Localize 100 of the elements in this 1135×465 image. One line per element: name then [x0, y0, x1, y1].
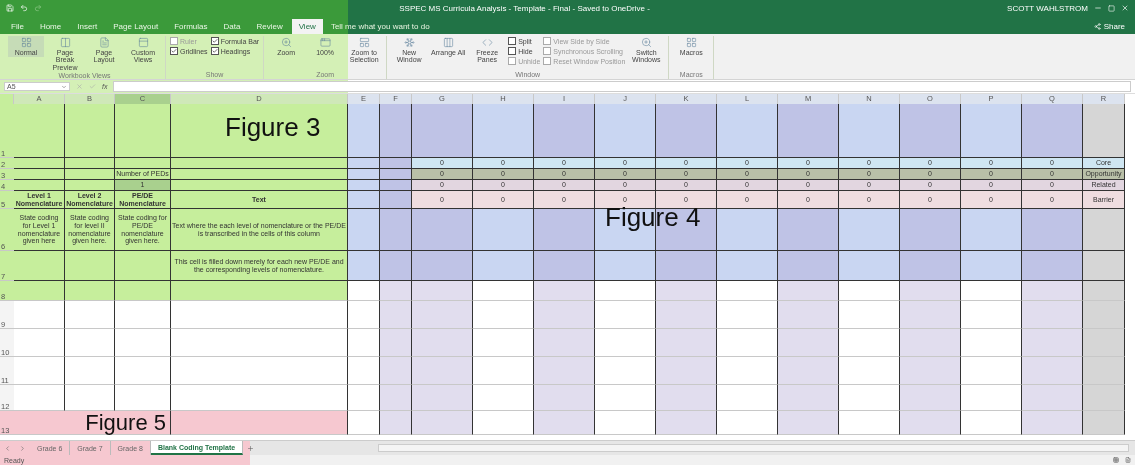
minimize-icon[interactable]: [1094, 4, 1102, 12]
table-cell: [534, 411, 595, 435]
table-cell: [1022, 281, 1083, 301]
table-cell: [473, 411, 534, 435]
table-cell: [961, 329, 1022, 357]
table-cell: [961, 301, 1022, 329]
table-cell: [348, 169, 380, 180]
table-cell: [380, 251, 412, 281]
table-cell: [900, 357, 961, 385]
table-cell: [14, 281, 65, 301]
ribbon-tab[interactable]: Review: [249, 19, 290, 34]
table-cell: [1022, 329, 1083, 357]
caret-icon[interactable]: [61, 83, 67, 90]
table-cell: [656, 329, 717, 357]
table-cell: [839, 209, 900, 251]
window-icon: [319, 37, 331, 48]
table-cell: [900, 209, 961, 251]
table-cell: [717, 104, 778, 158]
table-cell: [839, 251, 900, 281]
table-cell: [900, 251, 961, 281]
table-cell: [534, 301, 595, 329]
table-cell: [717, 385, 778, 411]
table-cell: [65, 180, 115, 191]
table-cell: [348, 357, 380, 385]
table-cell: [65, 251, 115, 281]
save-icon[interactable]: [6, 4, 14, 12]
table-cell: [65, 357, 115, 385]
window-title: SSPEC MS Curricula Analysis - Template - Final - Saved to OneDrive -: [398, 3, 651, 13]
ribbon-tab[interactable]: File: [4, 19, 31, 34]
table-cell: [14, 180, 65, 191]
table-cell: [412, 411, 473, 435]
table-cell: [534, 385, 595, 411]
table-cell: [595, 301, 656, 329]
table-cell: [1022, 301, 1083, 329]
table-cell: [717, 251, 778, 281]
table-cell: [717, 329, 778, 357]
normal-view-icon[interactable]: [1113, 457, 1119, 463]
table-cell: [473, 385, 534, 411]
table-cell: [656, 104, 717, 158]
table-cell: [961, 209, 1022, 251]
table-cell: [839, 329, 900, 357]
ribbon-tab[interactable]: Formulas: [167, 19, 215, 34]
redo-icon[interactable]: [34, 4, 42, 12]
enter-icon[interactable]: [89, 83, 96, 90]
undo-icon[interactable]: [20, 4, 28, 12]
zoom-icon: [280, 37, 292, 48]
table-cell: [656, 301, 717, 329]
share-button[interactable]: Share: [1087, 19, 1131, 34]
table-cell: [65, 169, 115, 180]
table-cell: [412, 251, 473, 281]
horizontal-scrollbar[interactable]: [378, 444, 1129, 452]
ribbon-tab[interactable]: Home: [32, 19, 69, 34]
ribbon-tab[interactable]: Insert: [70, 19, 105, 34]
table-cell: [412, 209, 473, 251]
table-cell: [115, 251, 171, 281]
table-cell: [14, 251, 65, 281]
close-icon[interactable]: [1121, 4, 1129, 12]
table-cell: [595, 104, 656, 158]
zoom-icon: [640, 37, 652, 48]
table-cell: [380, 158, 412, 169]
table-cell: [380, 180, 412, 191]
table-cell: [412, 329, 473, 357]
table-cell: [380, 169, 412, 180]
table-cell: [473, 329, 534, 357]
maximize-icon[interactable]: [1108, 4, 1115, 12]
table-cell: [778, 385, 839, 411]
table-cell: [1083, 385, 1125, 411]
tell-me-field[interactable]: Tell me what you want to do: [324, 19, 436, 34]
table-cell: [656, 357, 717, 385]
table-cell: [595, 251, 656, 281]
table-cell: [1022, 357, 1083, 385]
table-cell: [839, 281, 900, 301]
table-cell: [348, 411, 380, 435]
checkbox[interactable]: [170, 47, 178, 55]
table-cell: [473, 251, 534, 281]
table-cell: [473, 209, 534, 251]
ribbon-tab[interactable]: View: [291, 19, 323, 34]
table-cell: [1022, 411, 1083, 435]
checkbox[interactable]: [210, 47, 219, 55]
table-cell: [380, 209, 412, 251]
table-cell: [595, 281, 656, 301]
select-all-corner[interactable]: [0, 94, 14, 104]
ribbon-tab[interactable]: Data: [216, 19, 248, 34]
table-cell: [656, 251, 717, 281]
table-cell: [1022, 385, 1083, 411]
table-cell: [65, 301, 115, 329]
table-cell: [778, 357, 839, 385]
ribbon-tab[interactable]: Page Layout: [106, 19, 166, 34]
snowflake-icon: [403, 37, 415, 48]
table-cell: [778, 104, 839, 158]
figure-label: Figure 5: [14, 411, 171, 435]
cancel-icon[interactable]: [76, 83, 83, 90]
table-cell: [839, 385, 900, 411]
formula-input[interactable]: [113, 81, 1131, 92]
page-layout-icon[interactable]: [1125, 457, 1131, 463]
table-cell: [595, 385, 656, 411]
table-cell: [115, 357, 171, 385]
table-cell: [839, 104, 900, 158]
checkbox[interactable]: [210, 37, 219, 45]
table-cell: [115, 281, 171, 301]
